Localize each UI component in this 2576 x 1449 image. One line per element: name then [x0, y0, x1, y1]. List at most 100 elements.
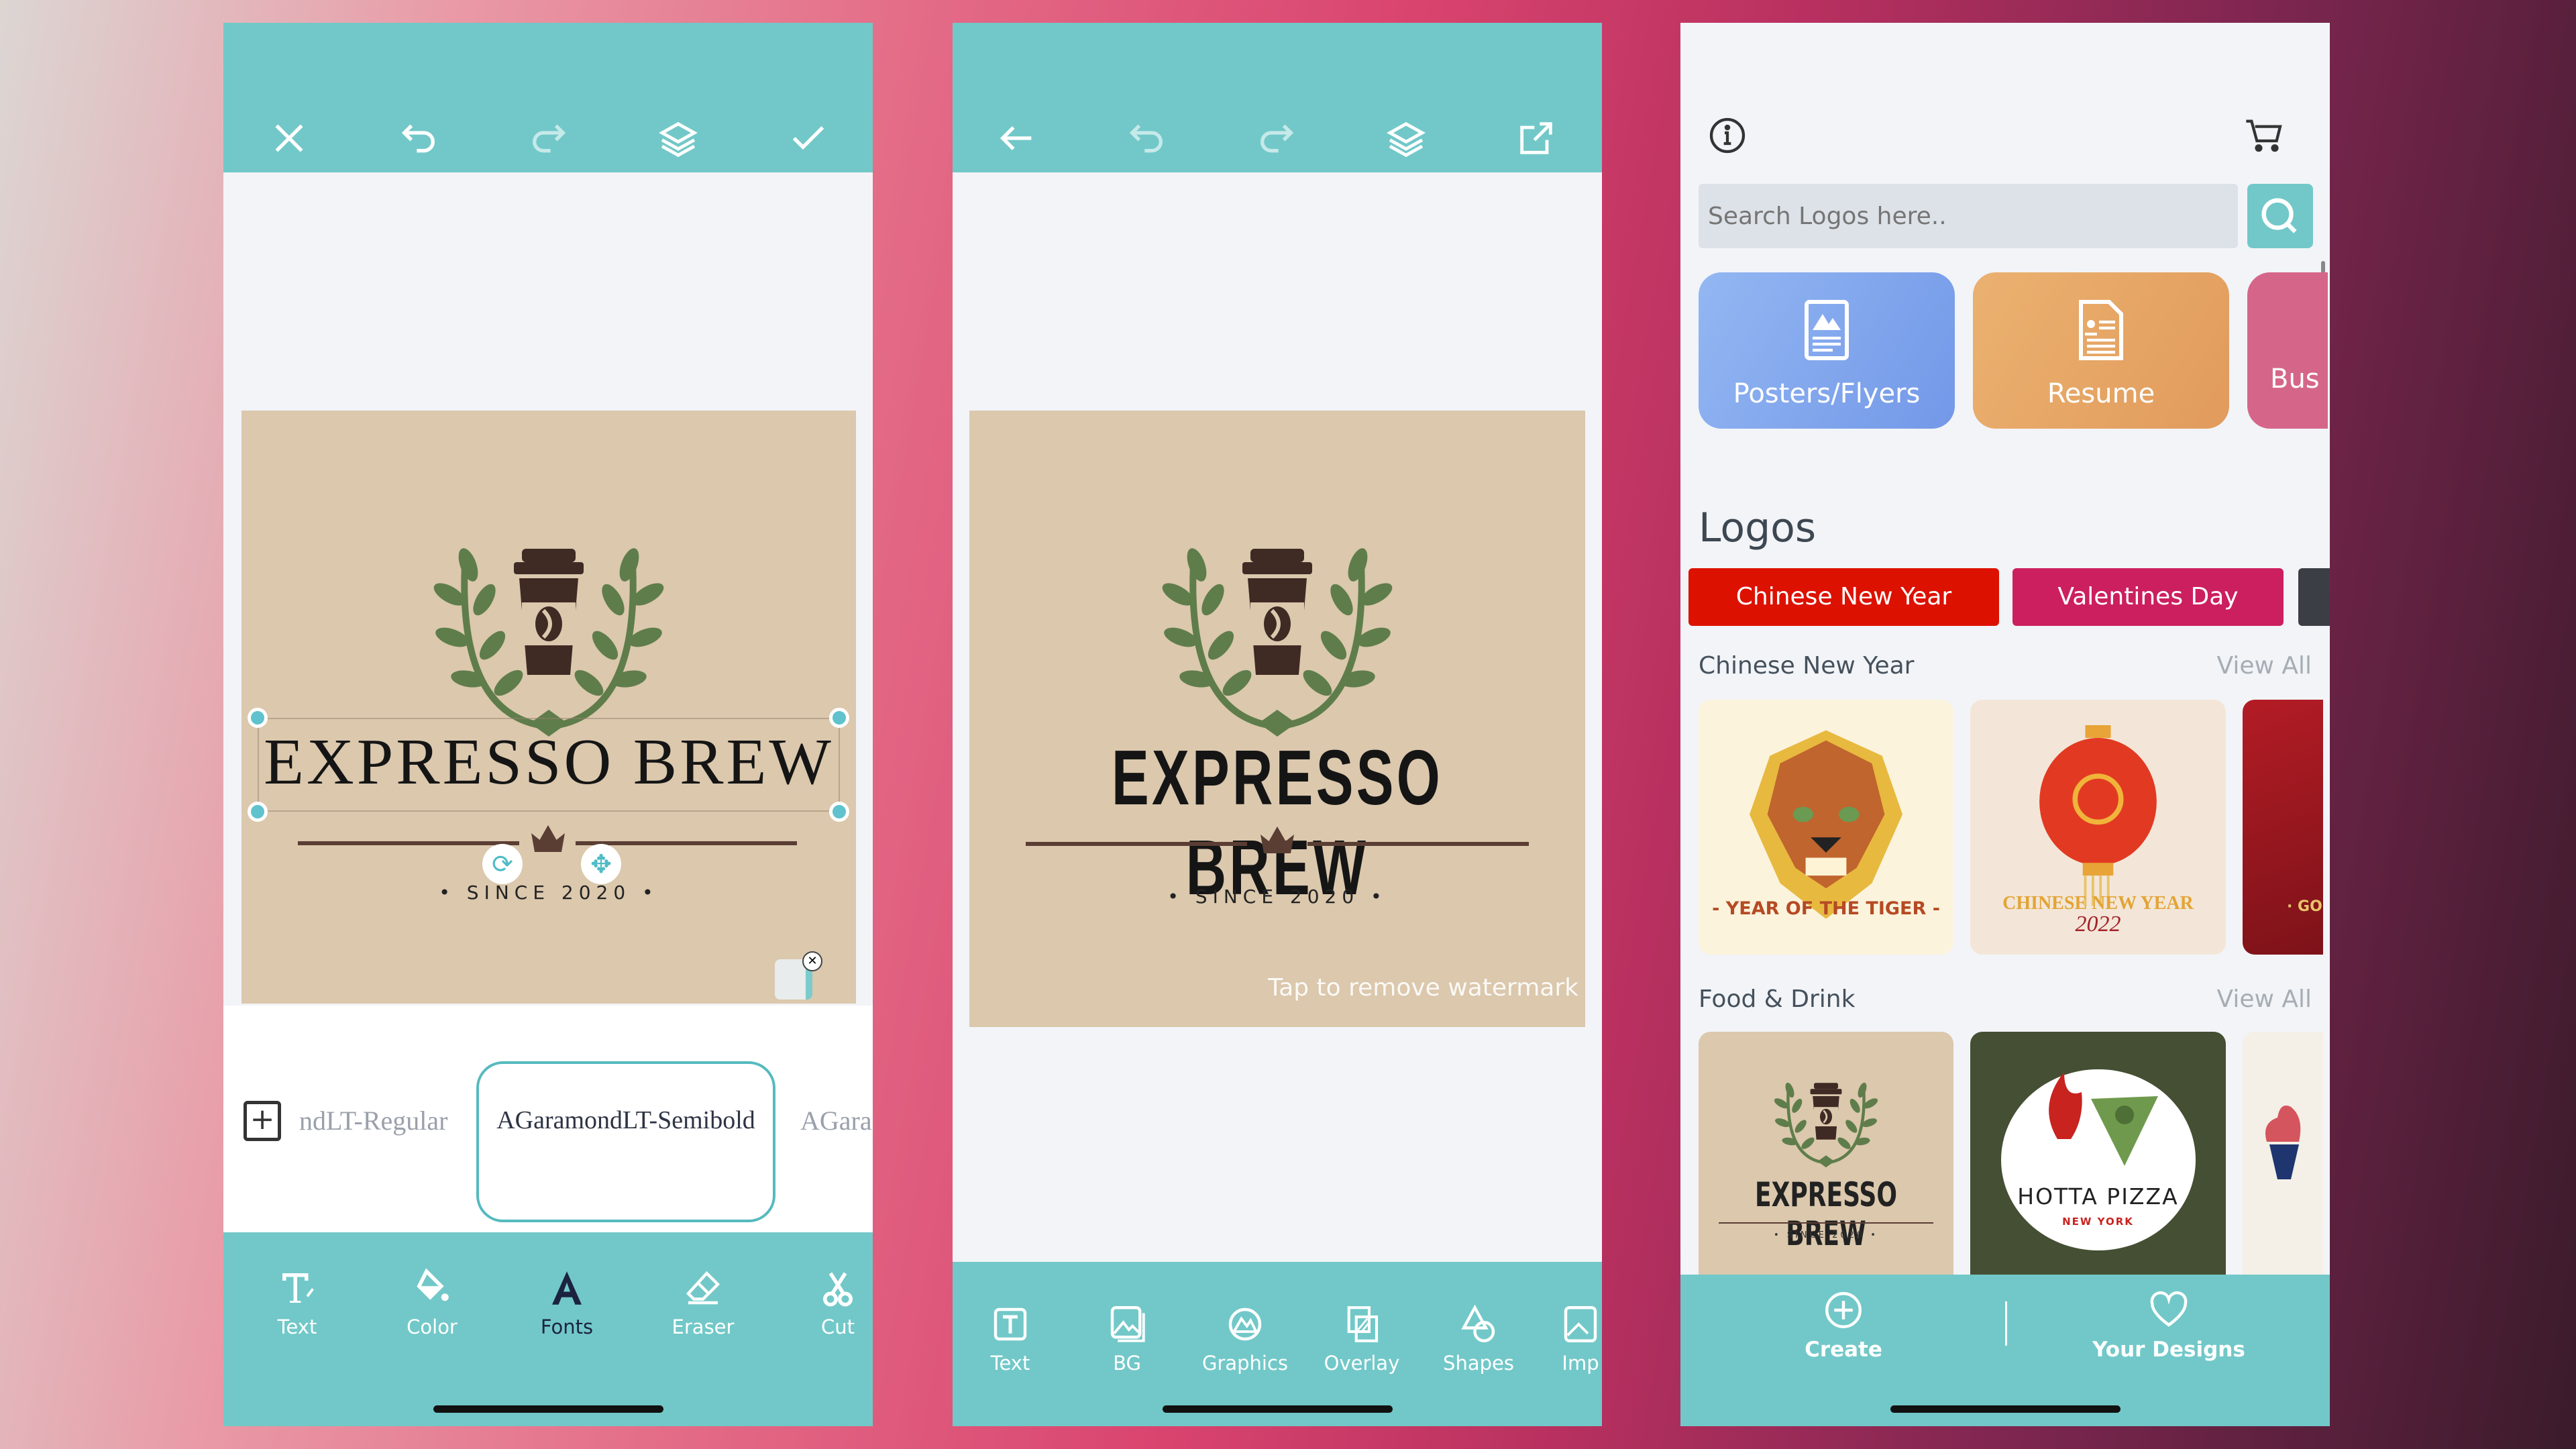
tool-color[interactable]: Color — [375, 1266, 489, 1338]
tool-label: Overlay — [1324, 1352, 1400, 1375]
search-input[interactable] — [1699, 184, 2238, 248]
back-arrow-icon[interactable] — [996, 117, 1038, 160]
search-button[interactable] — [2247, 184, 2313, 248]
tool-cut[interactable]: Cut — [781, 1266, 873, 1338]
thumbnail-subtext: • SINCE 2020 • — [1774, 1230, 1878, 1240]
design-canvas[interactable]: EXPRESSO BREW • SINCE 2020 • ⟳ ✥ ✕ — [241, 411, 856, 1004]
tool-label: Graphics — [1201, 1352, 1289, 1375]
crown-icon — [531, 825, 565, 852]
bottom-toolbar: Text BG Graphics Overlay Shapes Imp — [953, 1262, 1602, 1426]
thumbnail-text: · GO — [2287, 898, 2322, 915]
font-picker: + ndLT-Regular AGaramondLT-Semibold AGar… — [223, 1006, 873, 1232]
divider-line — [1026, 842, 1247, 846]
tool-import[interactable]: Imp — [1523, 1302, 1602, 1375]
close-icon[interactable]: ✕ — [802, 951, 822, 971]
font-option[interactable]: ndLT-Regular — [299, 1105, 447, 1136]
section-header: Food & Drink — [1699, 985, 1856, 1013]
eraser-icon — [686, 1271, 720, 1305]
category-business[interactable]: Bus — [2247, 272, 2328, 429]
laurel-cup-graphic — [1766, 1072, 1886, 1169]
rotate-icon[interactable]: ⟳ — [482, 844, 523, 884]
tool-label: Fonts — [540, 1316, 594, 1338]
tool-label: BG — [1113, 1352, 1141, 1375]
layers-icon[interactable] — [1385, 117, 1428, 160]
view-all-link[interactable]: View All — [2216, 652, 2312, 680]
resize-handle[interactable] — [829, 802, 849, 822]
template-thumbnail[interactable]: HOTTA PIZZA NEW YORK — [1970, 1032, 2226, 1300]
search-icon — [2261, 198, 2297, 233]
thumbnail-subtext: NEW YORK — [2062, 1216, 2134, 1228]
home-indicator — [433, 1405, 663, 1413]
tool-text[interactable]: Text — [240, 1266, 354, 1338]
template-thumbnail[interactable]: CHINESE NEW YEAR 2022 — [1970, 700, 2226, 955]
font-option-selected[interactable]: AGaramondLT-Semibold — [476, 1061, 775, 1222]
redo-icon[interactable] — [527, 117, 570, 160]
tool-fonts[interactable]: Fonts — [510, 1266, 624, 1338]
resize-handle[interactable] — [248, 802, 268, 822]
text-edit-icon — [282, 1273, 314, 1303]
graphics-icon — [1228, 1307, 1262, 1341]
category-resume[interactable]: Resume — [1973, 272, 2229, 429]
redo-icon[interactable] — [1255, 117, 1298, 160]
home-indicator — [1163, 1405, 1393, 1413]
info-icon[interactable] — [1706, 114, 1749, 157]
chip-valentines-day[interactable]: Valentines Day — [2012, 568, 2284, 626]
laurel-cup-graphic — [1143, 525, 1411, 739]
resize-handle[interactable] — [248, 708, 268, 728]
laurel-cup-graphic — [415, 525, 683, 739]
check-icon[interactable] — [787, 117, 830, 160]
template-thumbnail[interactable] — [2243, 1032, 2323, 1300]
text-box-icon — [994, 1307, 1027, 1341]
category-label: Bus — [2270, 364, 2320, 394]
logo-subtitle: • SINCE 2020 • — [1167, 885, 1387, 908]
editor-header — [223, 23, 873, 172]
ice-cream-illustration — [2265, 1106, 2301, 1179]
category-posters[interactable]: Posters/Flyers — [1699, 272, 1955, 429]
template-thumbnail[interactable]: EXPRESSO BREW • SINCE 2020 • — [1699, 1032, 1953, 1300]
resume-icon — [2079, 300, 2123, 360]
tool-shapes[interactable]: Shapes — [1421, 1302, 1536, 1375]
close-icon[interactable] — [268, 117, 311, 160]
divider-line — [298, 841, 519, 845]
scissors-icon — [823, 1272, 853, 1307]
design-canvas[interactable]: EXPRESSO BREW • SINCE 2020 • Tap to remo… — [969, 411, 1585, 1027]
nav-create[interactable]: Create — [1786, 1288, 1900, 1362]
tool-label: Text — [990, 1352, 1030, 1375]
chip-chinese-new-year[interactable]: Chinese New Year — [1688, 568, 1999, 626]
move-icon[interactable]: ✥ — [581, 844, 621, 884]
divider-line — [576, 841, 797, 845]
undo-icon[interactable] — [1125, 117, 1168, 160]
cart-icon[interactable] — [2243, 114, 2286, 157]
tool-label: Cut — [821, 1316, 855, 1338]
shapes-icon — [1461, 1304, 1495, 1342]
tool-graphics[interactable]: Graphics — [1188, 1302, 1302, 1375]
tool-bg[interactable]: BG — [1070, 1302, 1184, 1375]
font-option-label: AGaramondLT-Semibold — [496, 1106, 755, 1134]
font-option[interactable]: AGara — [800, 1105, 872, 1136]
paint-bucket-icon — [417, 1268, 449, 1301]
thumbnail-subtext: 2022 — [2075, 912, 2121, 936]
layers-icon[interactable] — [657, 117, 700, 160]
section-title-logos: Logos — [1699, 504, 1817, 551]
tool-overlay[interactable]: Overlay — [1305, 1302, 1419, 1375]
thumbnail-text: EXPRESSO BREW — [1755, 1175, 1897, 1253]
nav-divider — [2005, 1301, 2007, 1346]
poster-icon — [1805, 300, 1849, 360]
template-thumbnail[interactable]: - YEAR OF THE TIGER - — [1699, 700, 1953, 955]
logo-title[interactable]: EXPRESSO BREW — [241, 724, 856, 800]
category-label: Posters/Flyers — [1733, 378, 1921, 409]
add-font-button[interactable]: + — [244, 1101, 281, 1141]
overlay-icon — [1347, 1306, 1379, 1342]
view-all-link[interactable]: View All — [2216, 985, 2312, 1013]
editor-screen-main: EXPRESSO BREW • SINCE 2020 • Tap to remo… — [953, 23, 1602, 1426]
tool-eraser[interactable]: Eraser — [646, 1266, 760, 1338]
remove-watermark-link[interactable]: Tap to remove watermark — [1268, 974, 1578, 1002]
nav-your-designs[interactable]: Your Designs — [2068, 1288, 2269, 1362]
resize-handle[interactable] — [829, 708, 849, 728]
tool-text[interactable]: Text — [953, 1302, 1067, 1375]
undo-icon[interactable] — [397, 117, 440, 160]
share-icon[interactable] — [1515, 117, 1558, 160]
image-icon — [1110, 1306, 1145, 1342]
chip-more[interactable] — [2298, 568, 2330, 626]
template-thumbnail[interactable]: · GO — [2243, 700, 2323, 955]
